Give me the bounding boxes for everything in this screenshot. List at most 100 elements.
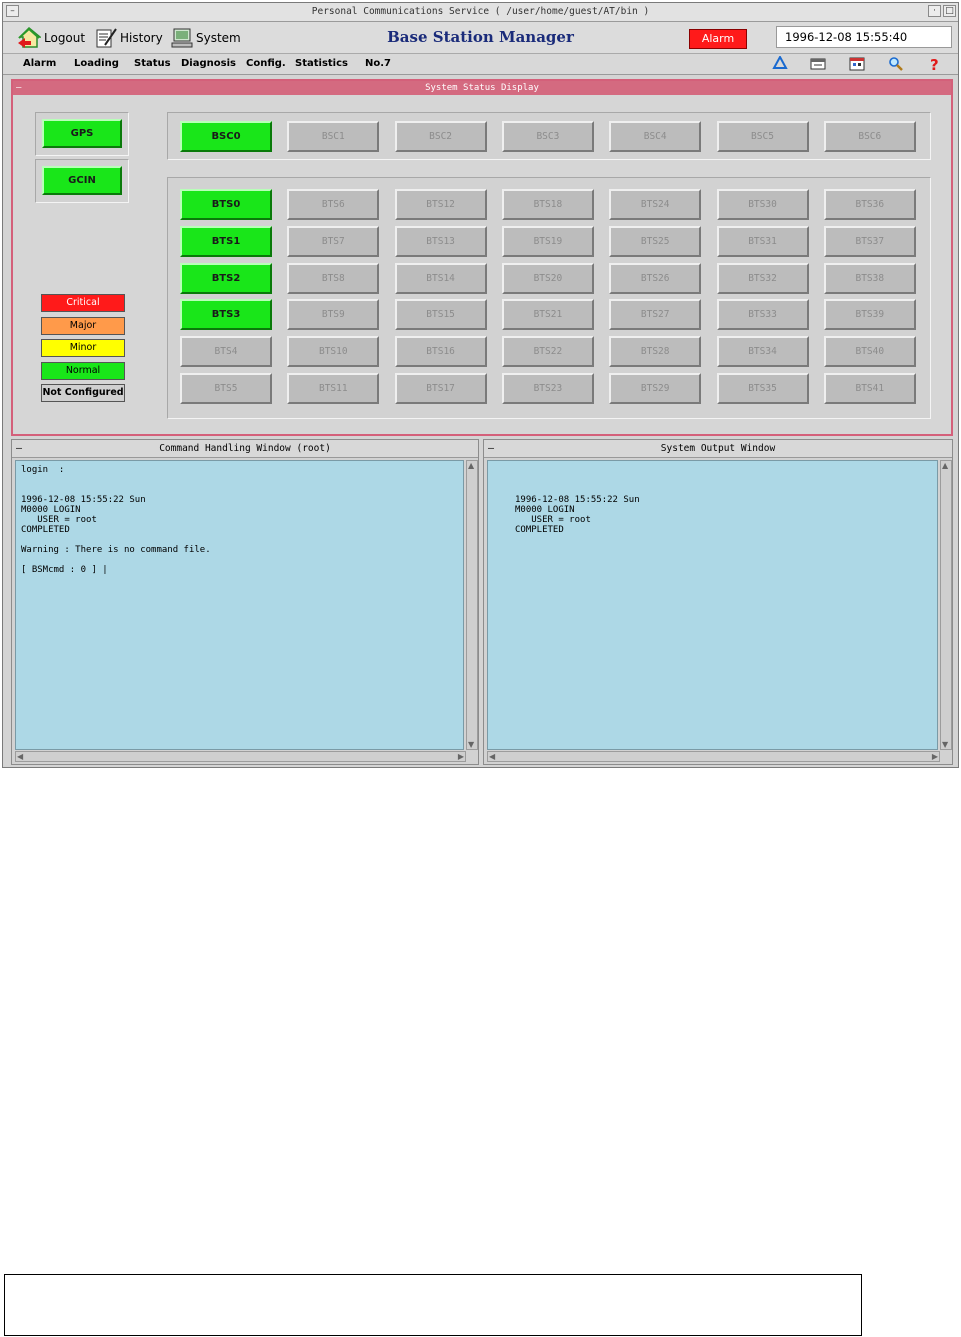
status-window-menu-icon[interactable]: –: [16, 81, 21, 95]
bts-button-bts41[interactable]: BTS41: [823, 373, 916, 404]
legend-major: Major: [41, 316, 125, 335]
bts-button-bts36[interactable]: BTS36: [823, 189, 916, 220]
bts-button-bts34[interactable]: BTS34: [716, 336, 809, 368]
bts-button-bts25[interactable]: BTS25: [609, 225, 702, 257]
bts-button-bts21[interactable]: BTS21: [501, 299, 594, 331]
command-horizontal-scrollbar[interactable]: ◀ ▶: [15, 751, 466, 762]
bts-button-bts24[interactable]: BTS24: [609, 189, 702, 220]
window-title-bar: – Personal Communications Service ( /use…: [3, 3, 958, 22]
bts-button-bts5[interactable]: BTS5: [180, 373, 272, 404]
menu-status[interactable]: Status: [134, 58, 171, 69]
bsc-button-bsc6[interactable]: BSC6: [823, 121, 916, 152]
scroll-down-arrow-icon[interactable]: ▼: [468, 740, 474, 749]
scroll-right-arrow-icon[interactable]: ▶: [458, 752, 464, 761]
output-vertical-scrollbar[interactable]: ▲ ▼: [940, 460, 952, 750]
menu-no7[interactable]: No.7: [365, 58, 391, 69]
bsc-button-bsc1[interactable]: BSC1: [287, 121, 380, 152]
bts-button-bts14[interactable]: BTS14: [394, 262, 487, 294]
bts-button-bts31[interactable]: BTS31: [716, 225, 809, 257]
bts-button-bts15[interactable]: BTS15: [394, 299, 487, 331]
bts-button-bts7[interactable]: BTS7: [287, 225, 380, 257]
bsc-button-bsc4[interactable]: BSC4: [609, 121, 702, 152]
bts-button-bts18[interactable]: BTS18: [501, 189, 594, 220]
menu-statistics[interactable]: Statistics: [295, 58, 348, 69]
bsc-button-bsc0[interactable]: BSC0: [180, 121, 272, 152]
bts-button-bts1[interactable]: BTS1: [180, 225, 272, 257]
bts-button-bts40[interactable]: BTS40: [823, 336, 916, 368]
command-text-area[interactable]: login : 1996-12-08 15:55:22 Sun M0000 LOGI…: [15, 460, 464, 750]
bts-button-bts22[interactable]: BTS22: [501, 336, 594, 368]
scroll-down-arrow-icon[interactable]: ▼: [942, 740, 948, 749]
bts-button-bts16[interactable]: BTS16: [394, 336, 487, 368]
command-output-line: M0000 LOGIN: [21, 505, 81, 515]
bts-button-bts28[interactable]: BTS28: [609, 336, 702, 368]
bts-button-bts19[interactable]: BTS19: [501, 225, 594, 257]
scroll-left-arrow-icon[interactable]: ◀: [489, 752, 495, 761]
bts-button-bts12[interactable]: BTS12: [394, 189, 487, 220]
search-icon[interactable]: [887, 56, 905, 72]
bts-button-bts10[interactable]: BTS10: [287, 336, 380, 368]
bts-button-bts4[interactable]: BTS4: [180, 336, 272, 368]
bts-button-bts38[interactable]: BTS38: [823, 262, 916, 294]
bts-button-bts2[interactable]: BTS2: [180, 262, 272, 294]
bts-button-bts33[interactable]: BTS33: [716, 299, 809, 331]
bts-button-bts8[interactable]: BTS8: [287, 262, 380, 294]
bsc-button-bsc3[interactable]: BSC3: [501, 121, 594, 152]
bts-button-bts39[interactable]: BTS39: [823, 299, 916, 331]
command-vertical-scrollbar[interactable]: ▲ ▼: [466, 460, 478, 750]
scroll-right-arrow-icon[interactable]: ▶: [932, 752, 938, 761]
gcin-panel: GCIN: [35, 159, 129, 203]
menu-diagnosis[interactable]: Diagnosis: [181, 58, 236, 69]
gps-panel: GPS: [35, 112, 129, 156]
bts-button-bts30[interactable]: BTS30: [716, 189, 809, 220]
history-button[interactable]: History: [95, 27, 163, 49]
bts-button-bts17[interactable]: BTS17: [394, 373, 487, 404]
bts-button-bts32[interactable]: BTS32: [716, 262, 809, 294]
output-window-menu-icon[interactable]: –: [488, 440, 494, 457]
bts-button-bts23[interactable]: BTS23: [501, 373, 594, 404]
gps-unit-button[interactable]: GPS: [42, 119, 122, 148]
maximize-button[interactable]: □: [943, 5, 956, 17]
bts-panel: BTS0 BTS1 BTS2 BTS3 BTS4 BTS5 BTS6 BTS7 BTS8 BTS9…: [167, 177, 931, 419]
output-text-area[interactable]: 1996-12-08 15:55:22 Sun M0000 LOGIN USER …: [487, 460, 938, 750]
bts-button-bts9[interactable]: BTS9: [287, 299, 380, 331]
bsc-button-bsc2[interactable]: BSC2: [394, 121, 487, 152]
command-window-menu-icon[interactable]: –: [16, 440, 22, 457]
bts-button-bts29[interactable]: BTS29: [609, 373, 702, 404]
command-output-line: [21, 485, 458, 495]
command-window-title: Command Handling Window (root): [159, 443, 331, 454]
gcin-unit-button[interactable]: GCIN: [42, 166, 122, 195]
bts-button-bts35[interactable]: BTS35: [716, 373, 809, 404]
logout-button[interactable]: Logout: [17, 27, 85, 49]
help-icon[interactable]: ?: [925, 56, 943, 72]
bts-button-bts20[interactable]: BTS20: [501, 262, 594, 294]
bts-button-bts13[interactable]: BTS13: [394, 225, 487, 257]
scroll-left-arrow-icon[interactable]: ◀: [17, 752, 23, 761]
bts-button-bts27[interactable]: BTS27: [609, 299, 702, 331]
menu-config[interactable]: Config.: [246, 58, 286, 69]
minimize-button[interactable]: ·: [928, 5, 941, 17]
system-output-line: M0000 LOGIN: [515, 505, 575, 515]
scroll-up-arrow-icon[interactable]: ▲: [468, 461, 474, 470]
window-icon[interactable]: [809, 56, 827, 72]
system-button[interactable]: System: [171, 27, 241, 49]
bsc-button-bsc5[interactable]: BSC5: [716, 121, 809, 152]
menu-loading[interactable]: Loading: [74, 58, 119, 69]
output-horizontal-scrollbar[interactable]: ◀ ▶: [487, 751, 940, 762]
bsm-application-window: – Personal Communications Service ( /use…: [2, 2, 959, 768]
bts-button-bts37[interactable]: BTS37: [823, 225, 916, 257]
scroll-up-arrow-icon[interactable]: ▲: [942, 461, 948, 470]
bts-button-bts26[interactable]: BTS26: [609, 262, 702, 294]
logout-icon: [18, 27, 41, 48]
bts-button-bts3[interactable]: BTS3: [180, 299, 272, 331]
bts-button-bts0[interactable]: BTS0: [180, 189, 272, 220]
bts-button-bts6[interactable]: BTS6: [287, 189, 380, 220]
calendar-icon[interactable]: [848, 56, 866, 72]
system-output-line: [515, 475, 910, 485]
alarm-indicator-button[interactable]: Alarm: [689, 29, 747, 49]
history-icon: [96, 28, 117, 48]
command-output-line: COMPLETED: [21, 525, 70, 535]
recycle-icon[interactable]: [771, 56, 789, 72]
menu-alarm[interactable]: Alarm: [23, 58, 56, 69]
bts-button-bts11[interactable]: BTS11: [287, 373, 380, 404]
